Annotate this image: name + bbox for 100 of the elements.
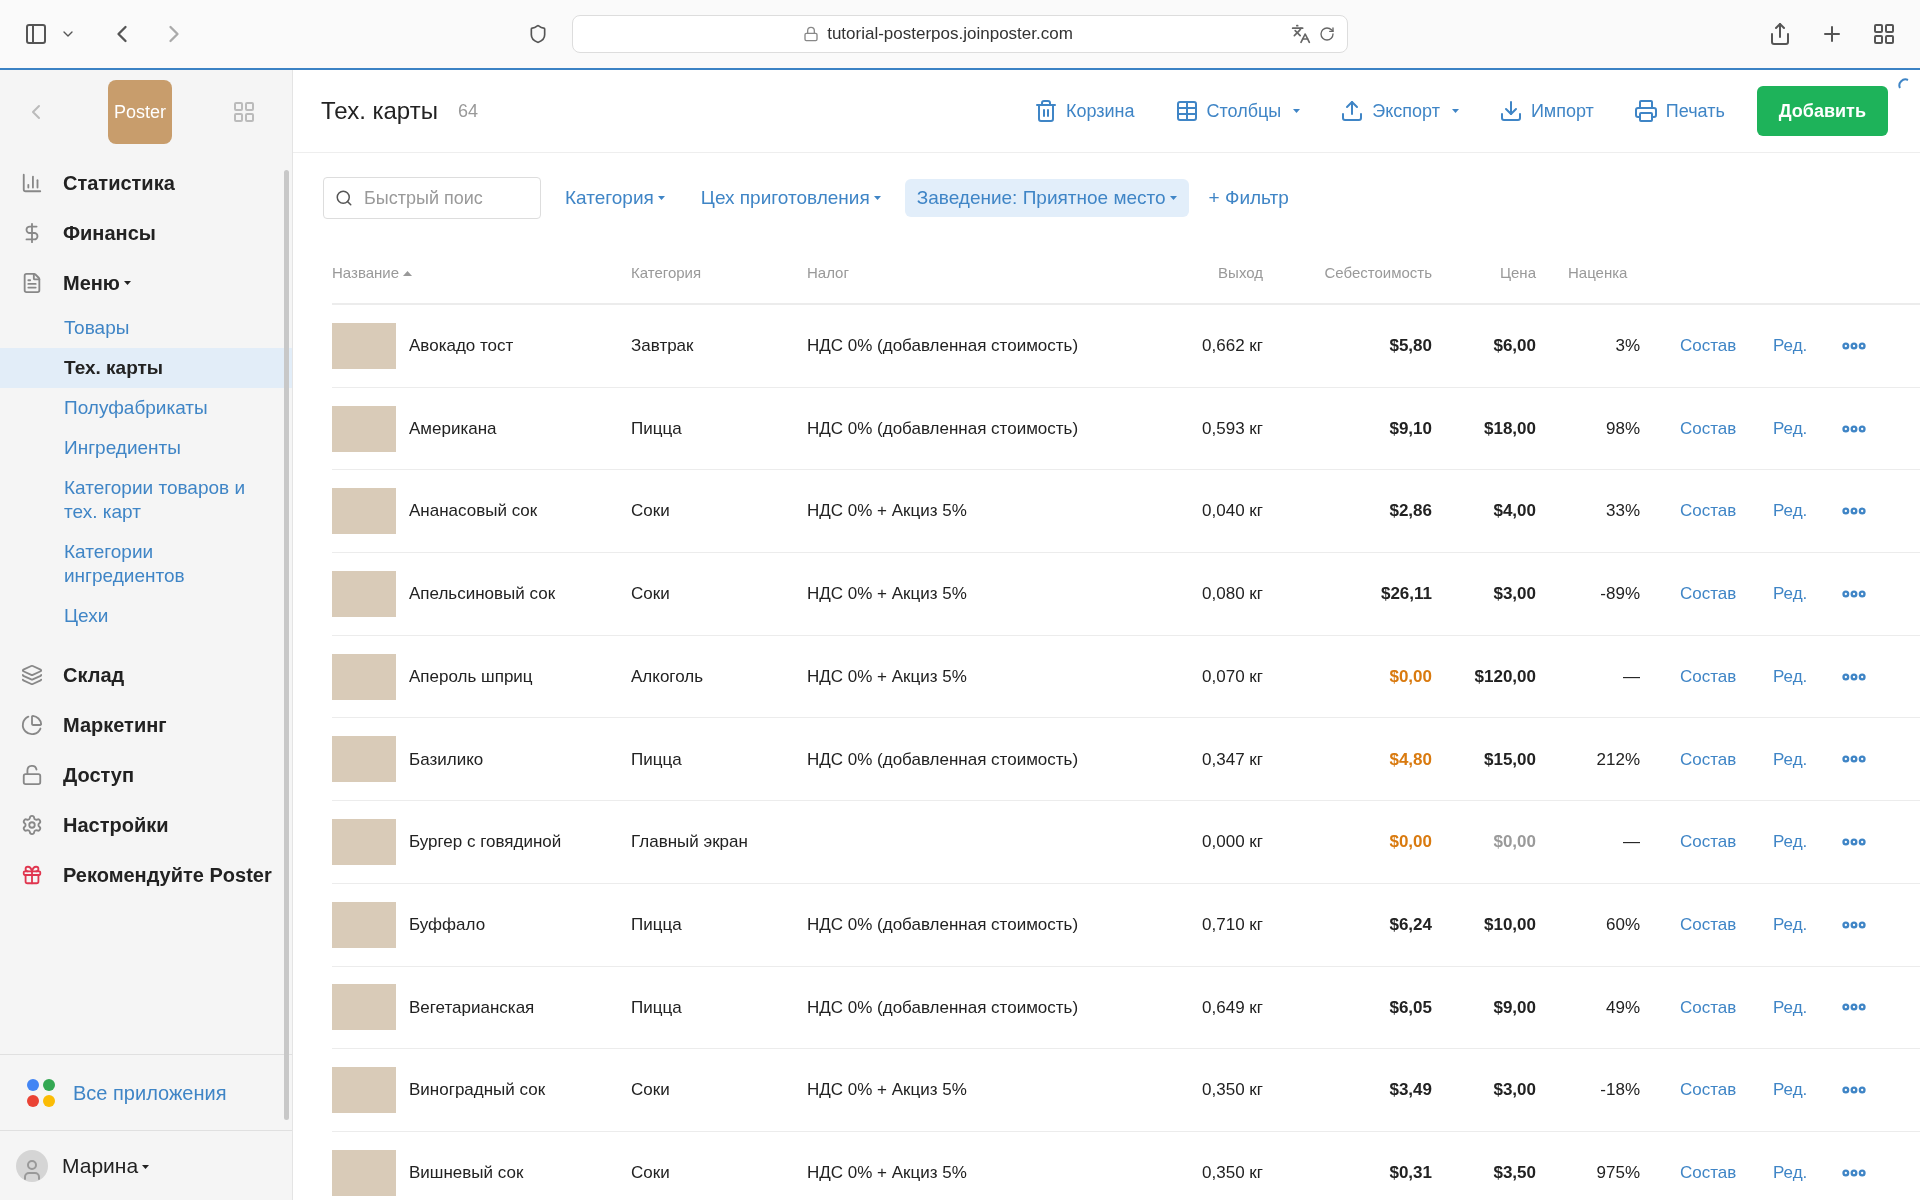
category-cell-text: Пицца (631, 913, 683, 936)
output-cell-text: 0,080 кг (1202, 583, 1263, 606)
cost-cell-text: $5,80 (1389, 335, 1432, 358)
edit-link[interactable]: Ред. (1773, 498, 1840, 524)
share-icon[interactable] (1768, 22, 1792, 46)
price-cell-text: $3,00 (1493, 1079, 1536, 1102)
edit-link[interactable]: Ред. (1773, 911, 1840, 938)
cost-cell-text: $0,00 (1389, 665, 1432, 688)
submenu-item[interactable]: Товары (0, 308, 292, 348)
product-name: Бургер с говядиной (409, 831, 562, 854)
edit-link[interactable]: Ред. (1773, 333, 1840, 359)
composition-link[interactable]: Состав (1640, 663, 1773, 690)
product-name: Апероль шприц (409, 665, 533, 688)
output-cell-text: 0,710 кг (1202, 913, 1263, 936)
add-filter-button[interactable]: + Фильтр (1200, 179, 1297, 217)
composition-link[interactable]: Состав (1640, 498, 1773, 524)
filter-dropdown[interactable]: Цех приготовления (688, 179, 893, 217)
filter-dropdown[interactable]: Заведение: Приятное место (904, 179, 1189, 217)
price-cell-text: $18,00 (1484, 417, 1536, 440)
column-header[interactable]: Себестоимость (1324, 261, 1432, 285)
nav-item[interactable]: Рекомендуйте Poster (0, 850, 292, 900)
product-name: Базилико (409, 748, 484, 771)
search-icon (335, 189, 353, 207)
translate-icon[interactable] (1291, 24, 1311, 44)
nav-item[interactable]: Настройки (0, 800, 292, 850)
column-header[interactable]: Выход (1218, 261, 1263, 285)
shield-icon[interactable] (528, 24, 548, 44)
column-header[interactable]: Категория (631, 261, 807, 285)
edit-link[interactable]: Ред. (1773, 746, 1840, 773)
toolbar-button[interactable]: Столбцы (1174, 97, 1301, 125)
url-text: tutorial-posterpos.joinposter.com (827, 23, 1073, 46)
composition-link[interactable]: Состав (1640, 829, 1773, 855)
product-name: Ананасовый сок (409, 500, 538, 523)
nav-item[interactable]: Маркетинг (0, 700, 292, 750)
column-header[interactable]: Цена (1499, 261, 1536, 285)
composition-link[interactable]: Состав (1640, 1159, 1773, 1186)
toolbar-button[interactable]: Корзина (1033, 97, 1135, 125)
submenu-item[interactable]: Полуфабрикаты (0, 388, 292, 428)
composition-link[interactable]: Состав (1640, 333, 1773, 359)
column-header[interactable]: Название (332, 261, 631, 285)
column-header[interactable]: Налог (807, 261, 1160, 285)
edit-link[interactable]: Ред. (1773, 994, 1840, 1021)
tax-cell-text: НДС 0% + Акциз 5% (807, 1079, 968, 1102)
caret-icon (657, 196, 665, 200)
submenu-item[interactable]: Ингредиенты (0, 428, 292, 468)
submenu-item[interactable]: Категории товаров и тех. карт (0, 468, 292, 532)
output-cell-text: 0,070 кг (1202, 665, 1263, 688)
toolbar-button[interactable]: Экспорт (1340, 97, 1459, 125)
caret-icon (142, 1165, 150, 1170)
price-cell-text: $6,00 (1493, 335, 1536, 358)
tax-cell-text: НДС 0% + Акциз 5% (807, 1161, 968, 1184)
nav-item[interactable]: Статистика (0, 158, 292, 208)
nav-item[interactable]: Меню (0, 258, 292, 308)
photo-placeholder (332, 736, 396, 783)
output-cell-text: 0,350 кг (1202, 1161, 1263, 1184)
cost-cell-text: $0,00 (1389, 831, 1432, 854)
layers-icon (21, 664, 43, 686)
column-header[interactable]: Наценка (1536, 261, 1628, 285)
edit-link[interactable]: Ред. (1773, 1077, 1840, 1103)
add-button[interactable]: Добавить (1756, 86, 1888, 136)
composition-link[interactable]: Состав (1640, 415, 1773, 442)
reload-icon[interactable] (1319, 26, 1335, 42)
filter-dropdown[interactable]: Категория (553, 179, 677, 217)
address-bar[interactable]: tutorial-posterpos.joinposter.com (572, 15, 1348, 53)
tab-overview-icon[interactable] (1872, 22, 1896, 46)
nav-item[interactable]: Склад (0, 650, 292, 700)
trash-icon (1033, 99, 1058, 123)
composition-link[interactable]: Состав (1640, 1077, 1773, 1103)
markup-cell-text: 60% (1605, 913, 1640, 936)
user-menu[interactable]: Марина (62, 1149, 150, 1182)
edit-link[interactable]: Ред. (1773, 415, 1840, 442)
edit-link[interactable]: Ред. (1773, 829, 1840, 855)
edit-link[interactable]: Ред. (1773, 581, 1840, 607)
composition-link[interactable]: Состав (1640, 911, 1773, 938)
category-cell-text: Соки (631, 500, 671, 523)
markup-cell-text: 98% (1605, 417, 1640, 440)
all-apps-link[interactable]: Все приложения (73, 1077, 227, 1108)
sidebar-toggle-icon[interactable] (24, 22, 48, 46)
price-cell-text: $15,00 (1484, 748, 1536, 771)
output-cell-text: 0,593 кг (1202, 417, 1263, 440)
search-field[interactable]: Быстрый поис (323, 177, 541, 219)
nav-item[interactable]: Доступ (0, 750, 292, 800)
toolbar-button[interactable]: Печать (1633, 97, 1725, 125)
logo[interactable]: Poster (108, 80, 172, 144)
photo-placeholder (332, 984, 396, 1031)
composition-link[interactable]: Состав (1640, 994, 1773, 1021)
pie-chart-icon (21, 714, 43, 736)
composition-link[interactable]: Состав (1640, 581, 1773, 607)
price-cell-text: $120,00 (1474, 665, 1536, 688)
composition-link[interactable]: Состав (1640, 746, 1773, 773)
photo-placeholder (332, 901, 396, 948)
nav-item[interactable]: Финансы (0, 208, 292, 258)
submenu-item[interactable]: Цехи (0, 596, 292, 636)
submenu-item[interactable]: Категории ингредиентов (0, 532, 292, 596)
submenu-item[interactable]: Тех. карты (0, 348, 292, 388)
toolbar-button[interactable]: Импорт (1498, 97, 1594, 125)
photo-placeholder (332, 1149, 396, 1196)
photo-placeholder (332, 322, 396, 369)
edit-link[interactable]: Ред. (1773, 1159, 1840, 1186)
edit-link[interactable]: Ред. (1773, 663, 1840, 690)
